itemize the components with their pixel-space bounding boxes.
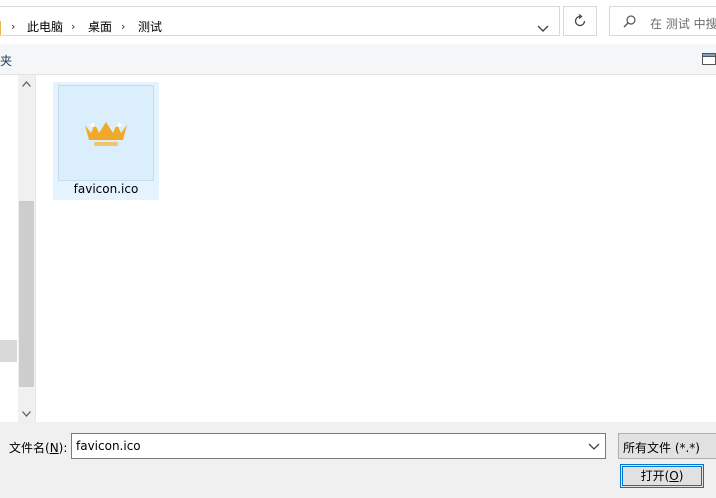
nav-selected-item[interactable] (0, 340, 17, 362)
filename-dropdown-icon[interactable] (586, 438, 602, 454)
breadcrumb-desktop[interactable]: 桌面 (88, 19, 112, 35)
refresh-icon (574, 14, 586, 27)
nav-scrollbar[interactable] (18, 75, 35, 422)
filetype-value: 所有文件 (*.*) (623, 441, 700, 455)
open-button[interactable]: 打开(O) (620, 464, 704, 488)
file-list: favicon.ico (36, 75, 716, 422)
breadcrumb-separator: › (11, 20, 16, 33)
view-options-icon[interactable] (702, 53, 716, 65)
new-folder-button[interactable]: 件夹 (0, 52, 12, 69)
file-name: favicon.ico (73, 182, 139, 196)
search-box[interactable]: 在 测试 中搜 (609, 6, 716, 36)
search-icon (622, 14, 638, 30)
command-toolbar: 件夹 (0, 44, 716, 75)
search-placeholder: 在 测试 中搜 (650, 17, 716, 31)
filetype-select[interactable]: 所有文件 (*.*) (618, 433, 716, 459)
folder-icon (0, 21, 1, 35)
favicon-thumbnail-icon (58, 85, 154, 181)
breadcrumb-test[interactable]: 测试 (138, 19, 162, 35)
scroll-down-icon[interactable] (18, 405, 35, 422)
breadcrumb-separator: › (71, 20, 76, 33)
filename-label: 文件名(N): (9, 441, 68, 455)
scrollbar-thumb[interactable] (19, 201, 34, 387)
breadcrumb-this-pc[interactable]: 此电脑 (27, 19, 63, 35)
breadcrumb-separator: › (121, 20, 126, 33)
refresh-button[interactable] (563, 6, 597, 36)
file-item[interactable]: favicon.ico (53, 82, 159, 200)
navigation-pane (0, 75, 36, 422)
address-bar[interactable]: › 此电脑 › 桌面 › 测试 (0, 6, 560, 36)
address-row: › 此电脑 › 桌面 › 测试 在 测试 中搜 (0, 0, 716, 44)
filename-value[interactable]: favicon.ico (76, 439, 141, 453)
dialog-footer: 文件名(N): favicon.ico 所有文件 (*.*) 打开(O) (0, 422, 716, 498)
scroll-up-icon[interactable] (18, 75, 35, 92)
address-dropdown-icon[interactable] (533, 18, 553, 38)
filename-input[interactable]: favicon.ico (71, 433, 606, 459)
